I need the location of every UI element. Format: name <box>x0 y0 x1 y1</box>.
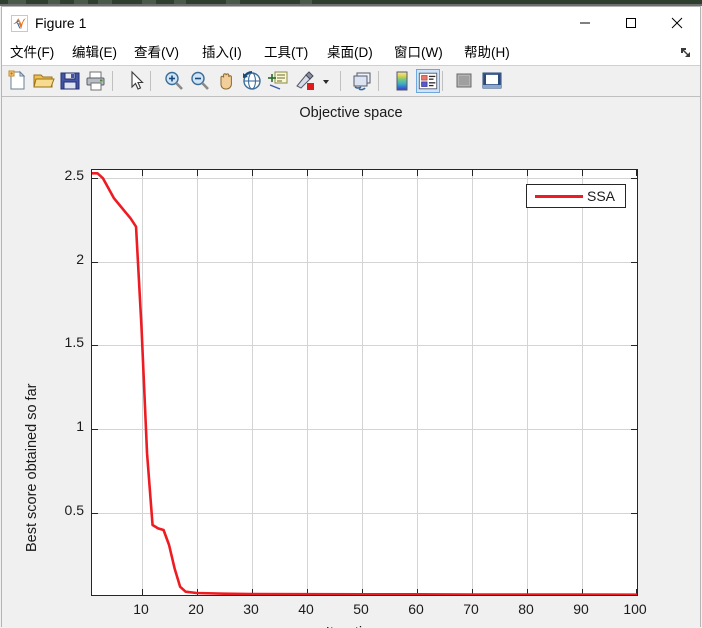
x-tick-label: 60 <box>408 601 424 617</box>
legend-box[interactable]: SSA <box>526 184 626 208</box>
chart-title: Objective space <box>299 105 403 121</box>
open-file-icon[interactable] <box>32 69 56 93</box>
close-button[interactable] <box>654 7 700 38</box>
y-tick-label: 0.5 <box>64 501 84 518</box>
x-tick-label: 70 <box>463 601 479 617</box>
legend-icon[interactable] <box>416 69 440 93</box>
y-tick-label: 2.5 <box>64 166 84 183</box>
zoom-out-icon[interactable] <box>188 69 212 93</box>
plot-area[interactable] <box>91 169 638 596</box>
y-tick-label: 1.5 <box>64 334 84 351</box>
menu-view[interactable]: 查看(V) <box>134 43 179 62</box>
undock-arrow-icon[interactable] <box>678 45 692 59</box>
minimize-icon <box>580 22 590 23</box>
legend-line-swatch <box>535 195 583 198</box>
y-tick-label: 1 <box>76 417 84 434</box>
menu-window[interactable]: 窗口(W) <box>394 43 443 62</box>
x-tick-label: 40 <box>298 601 314 617</box>
toolbar-separator <box>150 71 151 91</box>
close-icon <box>671 17 683 28</box>
pointer-arrow-icon[interactable] <box>124 69 148 93</box>
menu-tools[interactable]: 工具(T) <box>264 43 308 62</box>
x-tick-label: 100 <box>623 601 647 617</box>
menu-desktop[interactable]: 桌面(D) <box>327 43 373 62</box>
figure-canvas: Objective space Best score obtained so f… <box>2 97 700 628</box>
x-tick-label: 80 <box>518 601 534 617</box>
print-figure-icon[interactable] <box>84 69 108 93</box>
maximize-button[interactable] <box>608 7 654 38</box>
title-bar: Figure 1 <box>2 7 700 40</box>
menu-bar: 文件(F) 编辑(E) 查看(V) 插入(I) 工具(T) 桌面(D) 窗口(W… <box>2 40 700 66</box>
figure-window-frame: Figure 1 文件(F) 编辑(E) 查看(V) 插入(I) 工具(T) 桌… <box>1 6 701 628</box>
y-axis-label: Best score obtained so far <box>24 383 40 552</box>
new-figure-icon[interactable] <box>6 69 30 93</box>
hide-plot-tools-icon[interactable] <box>452 69 476 93</box>
menu-edit[interactable]: 编辑(E) <box>72 43 117 62</box>
window-title: Figure 1 <box>35 15 87 31</box>
brush-dropdown-icon[interactable] <box>320 69 332 93</box>
brush-icon[interactable] <box>294 69 318 93</box>
toolbar-separator <box>112 71 113 91</box>
pan-hand-icon[interactable] <box>214 69 238 93</box>
save-figure-icon[interactable] <box>58 69 82 93</box>
x-tick-label: 30 <box>243 601 259 617</box>
rotate-3d-icon[interactable] <box>240 69 264 93</box>
menu-help[interactable]: 帮助(H) <box>464 43 510 62</box>
show-plot-tools-icon[interactable] <box>480 69 504 93</box>
toolbar-separator <box>340 71 341 91</box>
menu-file[interactable]: 文件(F) <box>10 43 54 62</box>
menu-insert[interactable]: 插入(I) <box>202 43 242 62</box>
y-tick-label: 2 <box>76 250 84 267</box>
series-line-ssa <box>92 172 637 595</box>
toolbar-separator <box>442 71 443 91</box>
matlab-figure-window: Figure 1 文件(F) 编辑(E) 查看(V) 插入(I) 工具(T) 桌… <box>0 0 702 628</box>
minimize-button[interactable] <box>562 7 608 38</box>
legend-label: SSA <box>587 188 616 204</box>
maximize-icon <box>626 17 636 28</box>
tool-bar <box>2 66 700 97</box>
zoom-in-icon[interactable] <box>162 69 186 93</box>
link-plot-icon[interactable] <box>350 69 374 93</box>
matlab-icon <box>11 15 28 32</box>
x-tick-label: 20 <box>188 601 204 617</box>
data-cursor-icon[interactable] <box>266 69 290 93</box>
toolbar-separator <box>378 71 379 91</box>
x-tick-label: 50 <box>353 601 369 617</box>
x-tick-label: 10 <box>133 601 149 617</box>
colorbar-icon[interactable] <box>390 69 414 93</box>
x-tick-label: 90 <box>573 601 589 617</box>
